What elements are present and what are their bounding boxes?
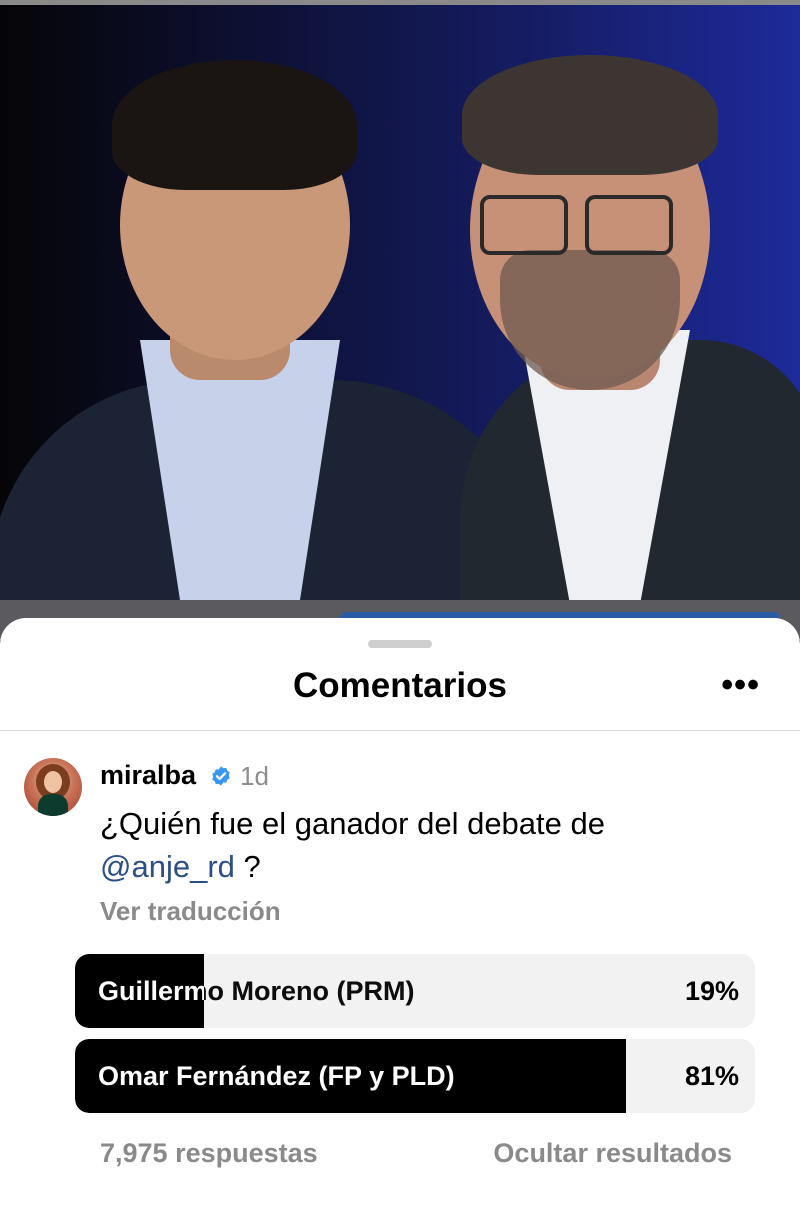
ellipsis-icon[interactable]: ••• (721, 668, 760, 702)
comments-sheet: Comentarios ••• miralba 1d ¿Quién fue el… (0, 618, 800, 1218)
sheet-title: Comentarios (293, 666, 507, 705)
comment-timestamp: 1d (240, 761, 269, 791)
poll-option-2[interactable]: Omar Fernández (FP y PLD) 81% (75, 1039, 755, 1113)
poll-option-1-percent: 19% (684, 976, 739, 1006)
see-translation-link[interactable]: Ver traducción (100, 896, 281, 927)
hide-results-link[interactable]: Ocultar resultados (493, 1138, 732, 1169)
comment-username[interactable]: miralba (100, 760, 196, 791)
header-divider (0, 730, 800, 731)
mention-link[interactable]: @anje_rd (100, 849, 235, 884)
photo-top-border (0, 0, 800, 5)
post-photo (0, 0, 800, 640)
verified-badge-icon (212, 766, 230, 786)
poll-option-1[interactable]: Guillermo Moreno (PRM) 19% (75, 954, 755, 1028)
poll-responses-count: 7,975 respuestas (100, 1138, 318, 1168)
poll-option-2-percent: 81% (684, 1061, 739, 1091)
comment-text-after: ? (234, 849, 261, 884)
sheet-grabber-handle[interactable] (368, 640, 432, 648)
avatar[interactable] (24, 758, 82, 816)
poll-option-2-label: Omar Fernández (FP y PLD) (98, 1061, 455, 1091)
poll-option-1-label: Guillermo Moreno (PRM) (98, 976, 415, 1006)
comment-text-before: ¿Quién fue el ganador del debate de (100, 806, 605, 841)
comment-text: ¿Quién fue el ganador del debate de @anj… (100, 802, 740, 888)
